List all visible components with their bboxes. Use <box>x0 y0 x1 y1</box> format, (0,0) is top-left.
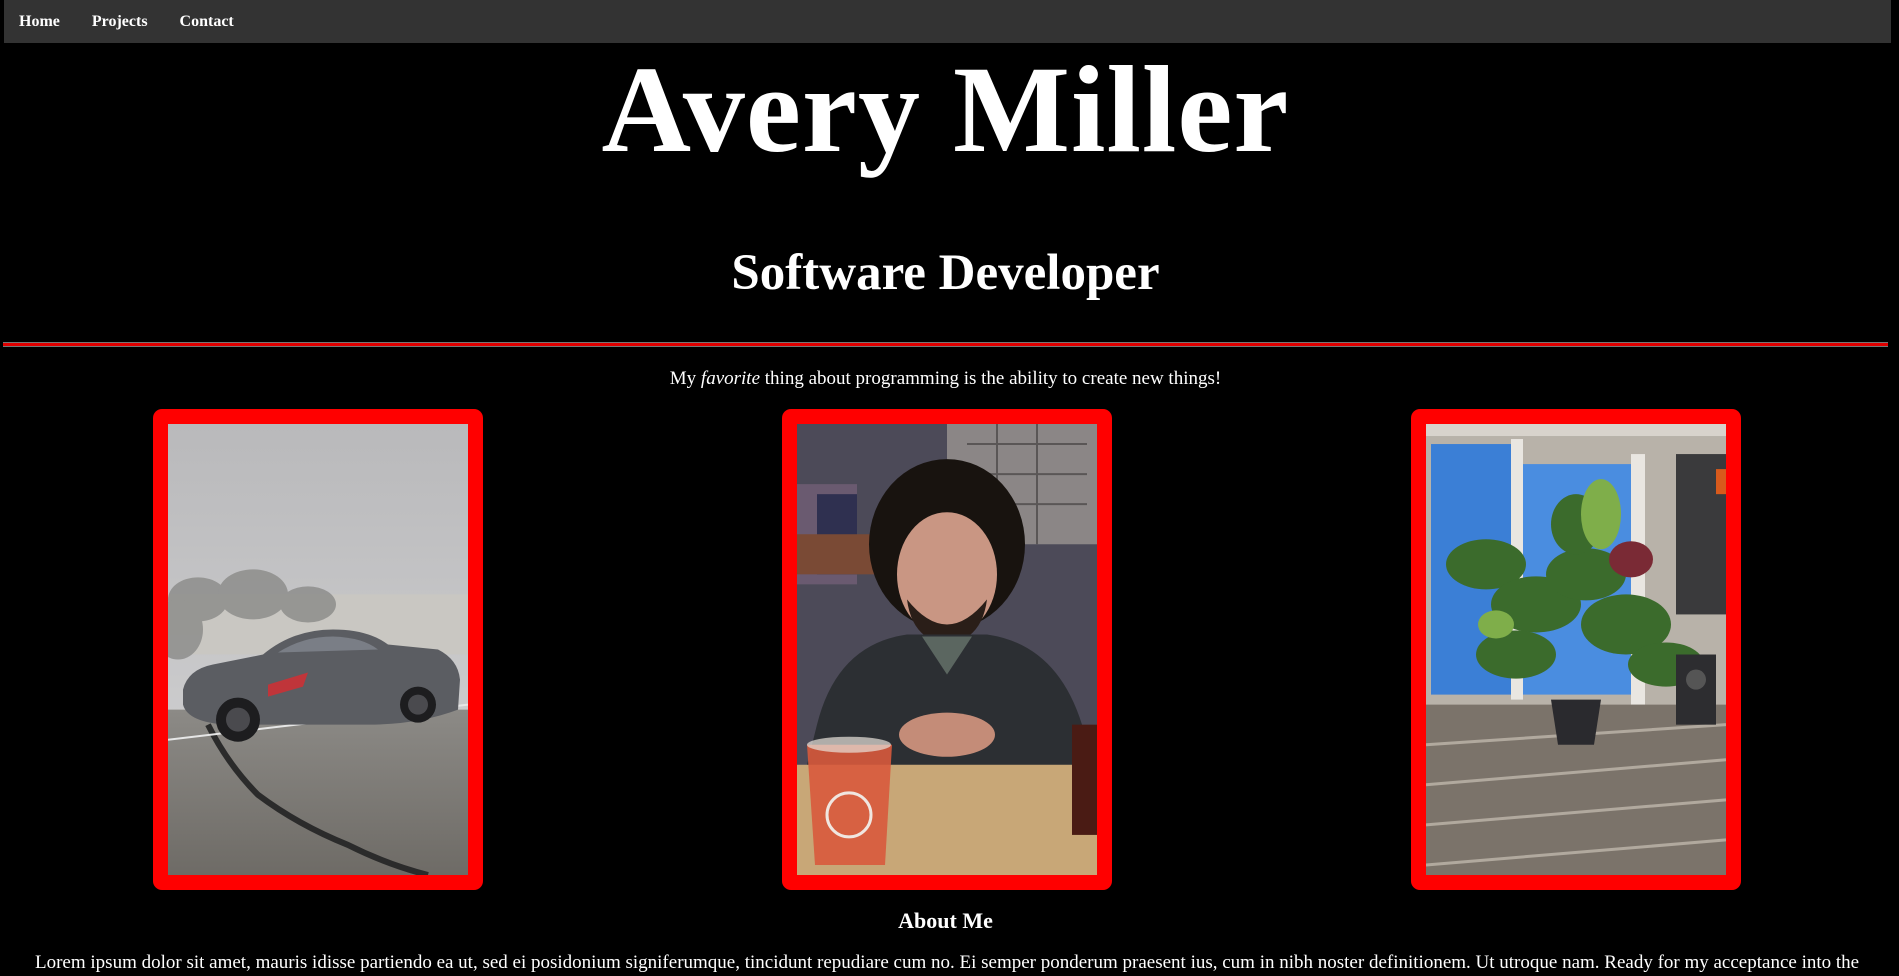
nav-home-link[interactable]: Home <box>19 13 60 31</box>
car-photo <box>168 424 468 875</box>
about-heading: About Me <box>898 908 993 933</box>
tagline-emphasis: favorite <box>700 368 761 389</box>
nav-projects-link[interactable]: Projects <box>92 13 148 31</box>
plants-photo <box>1426 424 1726 875</box>
about-paragraph: Lorem ipsum dolor sit amet, mauris idiss… <box>35 952 1860 973</box>
portrait-photo-image <box>797 424 1097 875</box>
site-title: Avery Miller <box>601 41 1290 178</box>
tagline: My favorite thing about programming is t… <box>0 366 1891 392</box>
tagline-text-start: My <box>669 368 701 389</box>
plants-photo-image <box>1426 424 1726 875</box>
tagline-text-end: thing about programming is the ability t… <box>760 368 1222 389</box>
header-divider <box>3 342 1888 347</box>
car-photo-image <box>168 424 468 875</box>
photo-frame-car <box>153 409 483 890</box>
photo-frame-portrait <box>782 409 1112 890</box>
site-subtitle: Software Developer <box>731 245 1160 301</box>
photo-frame-plants <box>1411 409 1741 890</box>
portrait-photo <box>797 424 1097 875</box>
nav-contact-link[interactable]: Contact <box>180 13 234 31</box>
top-navbar: Home Projects Contact <box>4 0 1891 43</box>
